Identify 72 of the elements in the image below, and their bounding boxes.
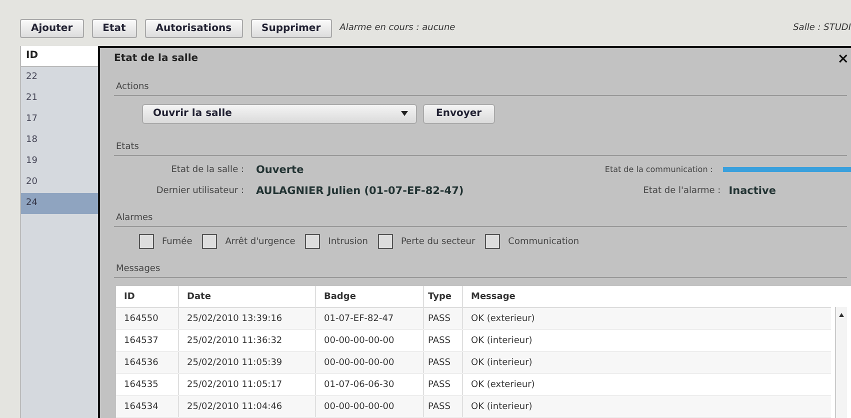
table-cell: 25/02/2010 11:05:39: [179, 352, 316, 374]
column-header: Message: [470, 290, 516, 304]
caret-icon: [401, 111, 408, 116]
toolbar-button[interactable]: Supprimer: [250, 18, 332, 38]
room-list-item[interactable]: 24: [21, 193, 98, 214]
alarm-state-value: Inactive: [728, 184, 776, 197]
checkbox[interactable]: [139, 234, 154, 250]
room-list-item[interactable]: 19: [21, 151, 98, 172]
table-cell: PASS: [424, 374, 463, 396]
table-cell: 01-07-EF-82-47: [316, 308, 424, 330]
toolbar-button[interactable]: Autorisations: [144, 18, 243, 38]
table-cell: 164535: [116, 374, 179, 396]
checkbox-label: Perte du secteur: [400, 236, 476, 247]
table-cell-text: OK (interieur): [470, 334, 534, 348]
room-list-item[interactable]: 22: [21, 67, 98, 88]
checkbox[interactable]: [378, 234, 393, 250]
table-cell: 164536: [116, 352, 179, 374]
scrollbar[interactable]: [835, 307, 847, 418]
toolbar-button[interactable]: Ajouter: [20, 18, 84, 38]
field-label: Etat de la salle :: [170, 164, 244, 175]
column-header: Badge: [316, 286, 424, 308]
send-button[interactable]: Envoyer: [423, 104, 495, 124]
table-cell-text: OK (exterieur): [470, 312, 536, 326]
table-cell: 164550: [116, 308, 179, 330]
field-label: Etat de l'alarme :: [643, 186, 721, 196]
table-cell: 25/02/2010 11:36:32: [179, 330, 316, 352]
dialog-title: Etat de la salle: [114, 53, 198, 64]
checkbox-label: Arrêt d'urgence: [225, 236, 296, 247]
checkbox[interactable]: [485, 234, 500, 250]
action-dropdown[interactable]: Ouvrir la salle: [142, 104, 417, 124]
section-heading: Actions: [114, 82, 847, 96]
table-cell: 00-00-00-00-00: [316, 330, 424, 352]
room-state-value: Ouverte: [256, 164, 304, 176]
table-cell: PASS: [424, 330, 463, 352]
table-cell: 00-00-00-00-00: [316, 396, 424, 418]
table-cell-text: OK (interieur): [470, 400, 534, 414]
room-list-item[interactable]: 17: [21, 109, 98, 130]
section-heading: Alarmes: [114, 213, 847, 228]
room-list-item[interactable]: 21: [21, 88, 98, 109]
table-cell: 164534: [116, 396, 179, 418]
table-cell-text: OK (interieur): [470, 356, 534, 370]
scroll-up-icon[interactable]: [839, 313, 844, 318]
close-button[interactable]: ×: [837, 50, 851, 67]
column-header: ID: [21, 46, 98, 67]
table-cell: PASS: [424, 396, 463, 418]
last-user-value: AULAGNIER Julien (01-07-EF-82-47): [256, 184, 464, 197]
toolbar-button[interactable]: Etat: [92, 18, 137, 38]
table-cell: 01-07-06-06-30: [316, 374, 424, 396]
table-cell: 00-00-00-00-00: [316, 352, 424, 374]
table-cell: PASS: [424, 308, 463, 330]
table-cell: 25/02/2010 11:05:17: [179, 374, 316, 396]
room-label: Salle : STUDI: [793, 23, 851, 33]
checkbox[interactable]: [202, 234, 218, 250]
column-header: ID: [116, 286, 179, 308]
checkbox[interactable]: [305, 234, 320, 250]
column-header: Type: [424, 286, 463, 308]
column-header: Date: [179, 286, 316, 308]
checkbox-label: Communication: [508, 236, 580, 247]
alarm-status: Alarme en cours : aucune: [340, 23, 456, 33]
room-list-item[interactable]: 20: [21, 172, 98, 193]
checkbox-label: Intrusion: [328, 236, 368, 247]
table-cell: 25/02/2010 13:39:16: [179, 308, 316, 330]
table-cell: 164537: [116, 330, 179, 352]
table-cell: PASS: [424, 352, 463, 374]
checkbox-label: Fumée: [162, 236, 192, 247]
section-heading: Messages: [114, 264, 847, 278]
section-heading: Etats: [114, 142, 847, 156]
room-list-item[interactable]: 18: [21, 130, 98, 151]
field-label: Etat de la communication :: [604, 165, 713, 174]
table-cell: 25/02/2010 11:04:46: [179, 396, 316, 418]
table-cell-text: OK (exterieur): [470, 378, 536, 392]
field-label: Dernier utilisateur :: [155, 186, 244, 196]
